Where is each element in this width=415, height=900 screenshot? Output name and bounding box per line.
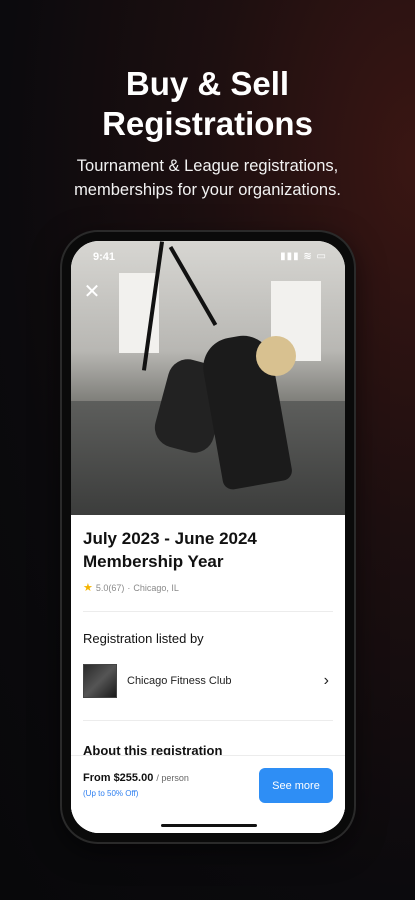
phone-frame: 9:41 ▮▮▮ ≋ ▭ ✕ July 2023 - June 2024 Mem…: [62, 232, 354, 842]
battery-icon: ▭: [316, 251, 327, 262]
home-indicator: [161, 824, 257, 827]
status-time: 9:41: [93, 251, 116, 263]
app-screen: 9:41 ▮▮▮ ≋ ▭ ✕ July 2023 - June 2024 Mem…: [71, 241, 345, 833]
price-line: From $255.00 / person: [83, 772, 189, 784]
listing-title-line1: July 2023 - June 2024: [83, 529, 257, 548]
organizer-name: Chicago Fitness Club: [127, 675, 232, 687]
meta-separator: ·: [127, 582, 131, 593]
divider: [83, 611, 333, 612]
organizer-row[interactable]: Chicago Fitness Club ›: [83, 664, 333, 698]
purchase-bar: From $255.00 / person (Up to 50% Off) Se…: [71, 756, 345, 833]
athlete-hair: [256, 336, 296, 376]
listing-meta: ★ 5.0(67) · Chicago, IL: [83, 581, 179, 594]
listing-details: July 2023 - June 2024 Membership Year ★ …: [71, 515, 345, 833]
promo-subline-line1: Tournament & League registrations,: [76, 157, 339, 175]
listing-location: Chicago, IL: [133, 582, 179, 593]
registration-section-title: Registration listed by: [83, 631, 204, 646]
star-icon: ★: [83, 582, 93, 594]
status-bar: 9:41 ▮▮▮ ≋ ▭: [71, 247, 345, 267]
discount-text: (Up to 50% Off): [83, 789, 139, 798]
promo-subline: Tournament & League registrations, membe…: [0, 154, 415, 202]
status-icons: ▮▮▮ ≋ ▭: [280, 251, 327, 262]
price-value: $255.00: [113, 772, 154, 784]
promo-headline-line1: Buy & Sell: [125, 65, 290, 102]
listing-title-line2: Membership Year: [83, 552, 224, 571]
promo-headline: Buy & Sell Registrations: [0, 64, 415, 144]
see-more-button[interactable]: See more: [259, 768, 333, 803]
divider: [83, 720, 333, 721]
price-prefix: From: [83, 772, 111, 784]
chevron-right-icon: ›: [323, 672, 329, 689]
hero-image: 9:41 ▮▮▮ ≋ ▭ ✕: [71, 241, 345, 515]
close-icon[interactable]: ✕: [81, 281, 103, 303]
promo-subline-line2: memberships for your organizations.: [74, 181, 341, 199]
promo-headline-line2: Registrations: [102, 105, 313, 142]
organizer-avatar: [83, 664, 117, 698]
wifi-icon: ≋: [303, 251, 313, 262]
signal-icon: ▮▮▮: [280, 251, 300, 262]
price-unit: / person: [156, 773, 189, 783]
listing-rating: 5.0(67): [95, 582, 125, 593]
listing-title: July 2023 - June 2024 Membership Year: [83, 527, 333, 573]
